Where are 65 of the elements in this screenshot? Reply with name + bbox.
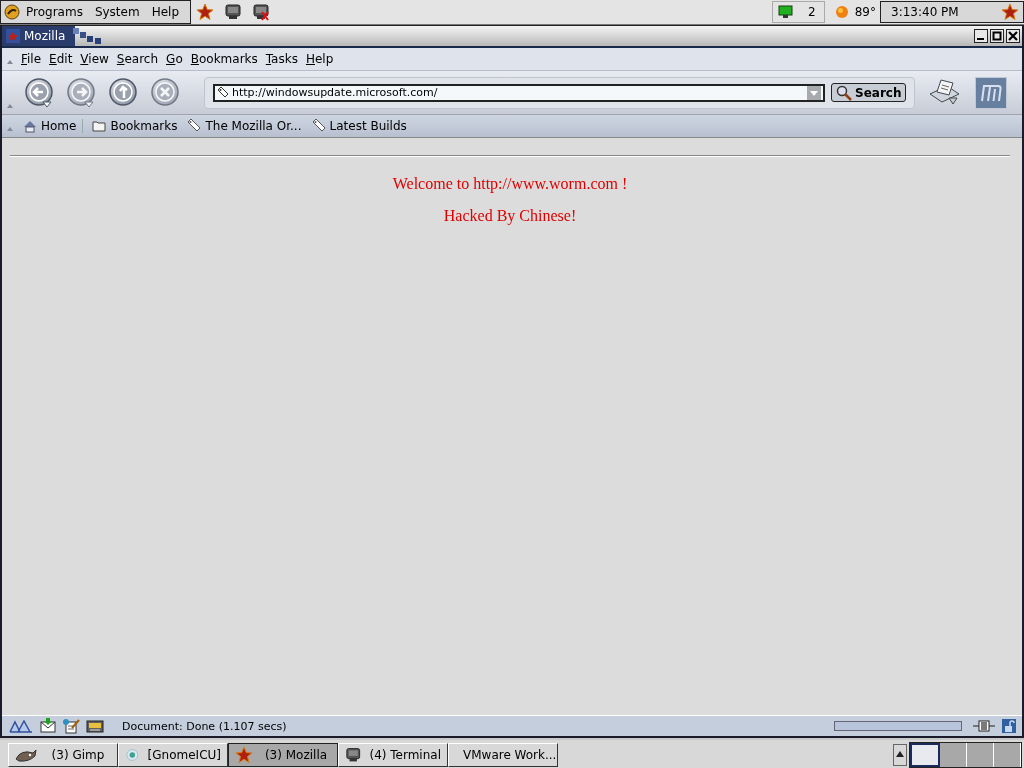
magnifier-icon: [836, 84, 852, 101]
address-text: http://windowsupdate.microsoft.com/: [232, 86, 439, 99]
bookmark-button[interactable]: Bookmarks: [87, 119, 183, 133]
workspace-applet[interactable]: 2: [772, 1, 825, 23]
star-icon: [6, 29, 20, 43]
menu-item[interactable]: Tasks: [262, 52, 303, 66]
clock-time: 3:13:40 PM: [891, 5, 960, 19]
cassette-icon[interactable]: [86, 719, 104, 733]
workspace-pager[interactable]: [909, 741, 1022, 768]
task-button[interactable]: VMware Work...: [448, 742, 558, 767]
menu-item[interactable]: Edit: [46, 52, 78, 66]
bookmark-button[interactable]: Latest Builds: [306, 119, 412, 133]
bookmark-tag-icon: [311, 119, 326, 133]
grippy-icon[interactable]: [6, 125, 14, 133]
m-logo-icon[interactable]: [975, 76, 1008, 109]
task-button[interactable]: (3) Mozilla: [228, 742, 338, 767]
status-text: Document: Done (1.107 secs): [122, 719, 287, 733]
bookmark-tag-icon: [187, 119, 202, 133]
folder-icon: [92, 119, 107, 133]
monitor-icon[interactable]: [224, 3, 242, 21]
menu-item[interactable]: File: [18, 52, 47, 66]
workspace-cell[interactable]: [910, 742, 940, 767]
monitor-icon[interactable]: [252, 3, 270, 21]
menu-item[interactable]: Help: [302, 52, 339, 66]
clock-applet[interactable]: 3:13:40 PM: [880, 1, 1024, 23]
bookmark-button[interactable]: The Mozilla Or...: [182, 119, 307, 133]
close-icon[interactable]: [1006, 29, 1020, 43]
menu-item[interactable]: Bookmarks: [187, 52, 263, 66]
task-button[interactable]: (4) Terminal: [338, 742, 448, 767]
sun-icon: [834, 5, 849, 19]
mail-icon[interactable]: [40, 718, 56, 734]
panel-menu[interactable]: Help: [149, 5, 187, 19]
maximize-icon[interactable]: [990, 29, 1004, 43]
panel-menu[interactable]: Programs: [24, 5, 91, 19]
task-button[interactable]: (3) Gimp: [8, 742, 118, 767]
minimize-icon[interactable]: [974, 29, 988, 43]
panel-menu[interactable]: System: [92, 5, 148, 19]
plug-icon[interactable]: [972, 720, 996, 732]
menu-item[interactable]: Go: [163, 52, 188, 66]
menu-item[interactable]: Search: [113, 52, 164, 66]
network-icon[interactable]: [8, 718, 34, 734]
grippy-icon[interactable]: [6, 102, 14, 110]
padlock-icon[interactable]: [1002, 719, 1016, 733]
globe-icon: [125, 746, 140, 763]
address-field[interactable]: http://windowsupdate.microsoft.com/: [213, 83, 825, 102]
task-button[interactable]: [GnomeICU]: [118, 742, 228, 767]
star-icon: [235, 745, 253, 764]
stop-icon[interactable]: [150, 77, 180, 108]
compose-icon[interactable]: [62, 718, 80, 734]
menu-item[interactable]: View: [77, 52, 114, 66]
grippy-icon[interactable]: [6, 58, 14, 66]
page-text: Welcome to http://www.worm.com !: [391, 175, 629, 193]
temperature: 89°: [854, 5, 876, 19]
house-icon: [23, 119, 37, 133]
reload-icon[interactable]: [108, 77, 138, 108]
monitor-icon: [778, 5, 795, 19]
workspace-number: 2: [808, 5, 816, 19]
monitor-icon: [345, 745, 362, 764]
search-button[interactable]: Search: [831, 83, 907, 102]
bookmark-tag-icon: [217, 86, 229, 99]
star-icon[interactable]: [196, 3, 214, 21]
page-text: Hacked By Chinese!: [442, 207, 578, 225]
bookmark-button[interactable]: Home: [18, 119, 84, 133]
star-icon: [1001, 3, 1019, 21]
window-title: Mozilla: [24, 29, 66, 43]
